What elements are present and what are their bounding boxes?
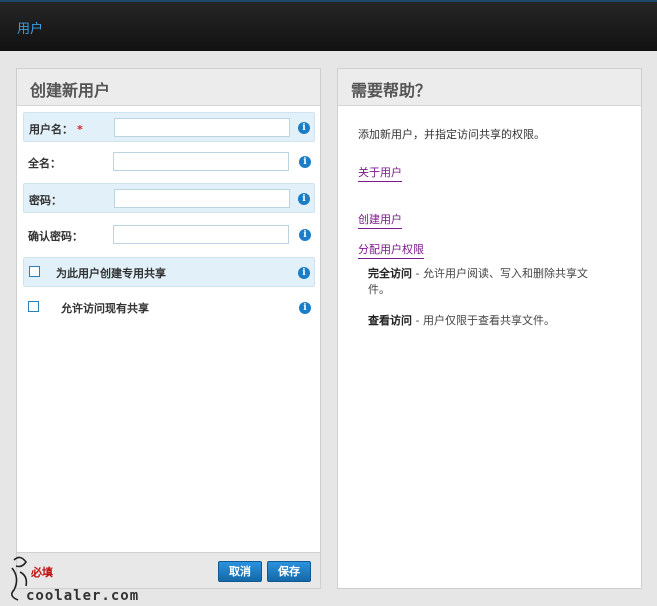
- create-user-header: 创建新用户: [17, 69, 320, 106]
- confirm-password-row: 确认密码： i: [23, 220, 315, 250]
- help-header: 需要帮助？: [338, 69, 641, 106]
- password-row: 密码： i: [23, 183, 315, 213]
- password-input[interactable]: [114, 189, 290, 208]
- help-intro: 添加新用户，并指定访问共享的权限。: [358, 128, 545, 141]
- fullname-input[interactable]: [113, 152, 289, 171]
- view-access-text: - 用户仅限于查看共享文件。: [412, 314, 555, 327]
- help-panel: 需要帮助？ 添加新用户，并指定访问共享的权限。 关于用户 创建用户 分配用户权限…: [337, 68, 642, 589]
- password-label: 密码：: [29, 194, 62, 207]
- username-row: 用户名： * i: [23, 112, 315, 142]
- allow-access-label: 允许访问现有共享: [61, 302, 149, 315]
- confirm-password-input[interactable]: [113, 225, 289, 244]
- create-share-row: 为此用户创建专用共享 i: [23, 257, 315, 287]
- create-user-title: 创建新用户: [30, 81, 111, 100]
- full-access-description: 完全访问 - 允许用户阅读、写入和删除共享文件。: [368, 266, 608, 298]
- info-icon[interactable]: i: [298, 267, 310, 279]
- create-share-label: 为此用户创建专用共享: [56, 267, 166, 280]
- username-input[interactable]: [114, 118, 290, 137]
- required-asterisk: *: [77, 123, 83, 136]
- watermark-text: coolaler.com: [26, 588, 140, 604]
- about-users-link[interactable]: 关于用户: [358, 164, 402, 182]
- allow-access-row: 允许访问现有共享 i: [23, 293, 315, 323]
- watermark: coolaler.com: [2, 554, 162, 604]
- page-title: 用户: [17, 22, 44, 37]
- fullname-label: 全名：: [28, 157, 61, 170]
- full-access-term: 完全访问: [368, 267, 412, 280]
- top-bar: 用户: [0, 0, 657, 51]
- confirm-password-label: 确认密码：: [28, 230, 83, 243]
- help-title: 需要帮助？: [351, 81, 432, 100]
- create-user-panel: 创建新用户 用户名： * i 全名： i 密码： i 确认密码： i 为此用户创建…: [16, 68, 321, 589]
- info-icon[interactable]: i: [299, 229, 311, 241]
- info-icon[interactable]: i: [299, 156, 311, 168]
- view-access-description: 查看访问 - 用户仅限于查看共享文件。: [368, 313, 608, 329]
- view-access-term: 查看访问: [368, 314, 412, 327]
- fullname-row: 全名： i: [23, 147, 315, 177]
- info-icon[interactable]: i: [299, 302, 311, 314]
- info-icon[interactable]: i: [298, 122, 310, 134]
- create-share-checkbox[interactable]: [29, 266, 40, 277]
- cancel-button[interactable]: 取消: [218, 561, 262, 582]
- save-button[interactable]: 保存: [267, 561, 311, 582]
- info-icon[interactable]: i: [298, 193, 310, 205]
- allow-access-checkbox[interactable]: [28, 301, 39, 312]
- create-user-link[interactable]: 创建用户: [358, 211, 402, 229]
- username-label: 用户名： *: [29, 123, 83, 136]
- assign-permissions-link[interactable]: 分配用户权限: [358, 241, 424, 259]
